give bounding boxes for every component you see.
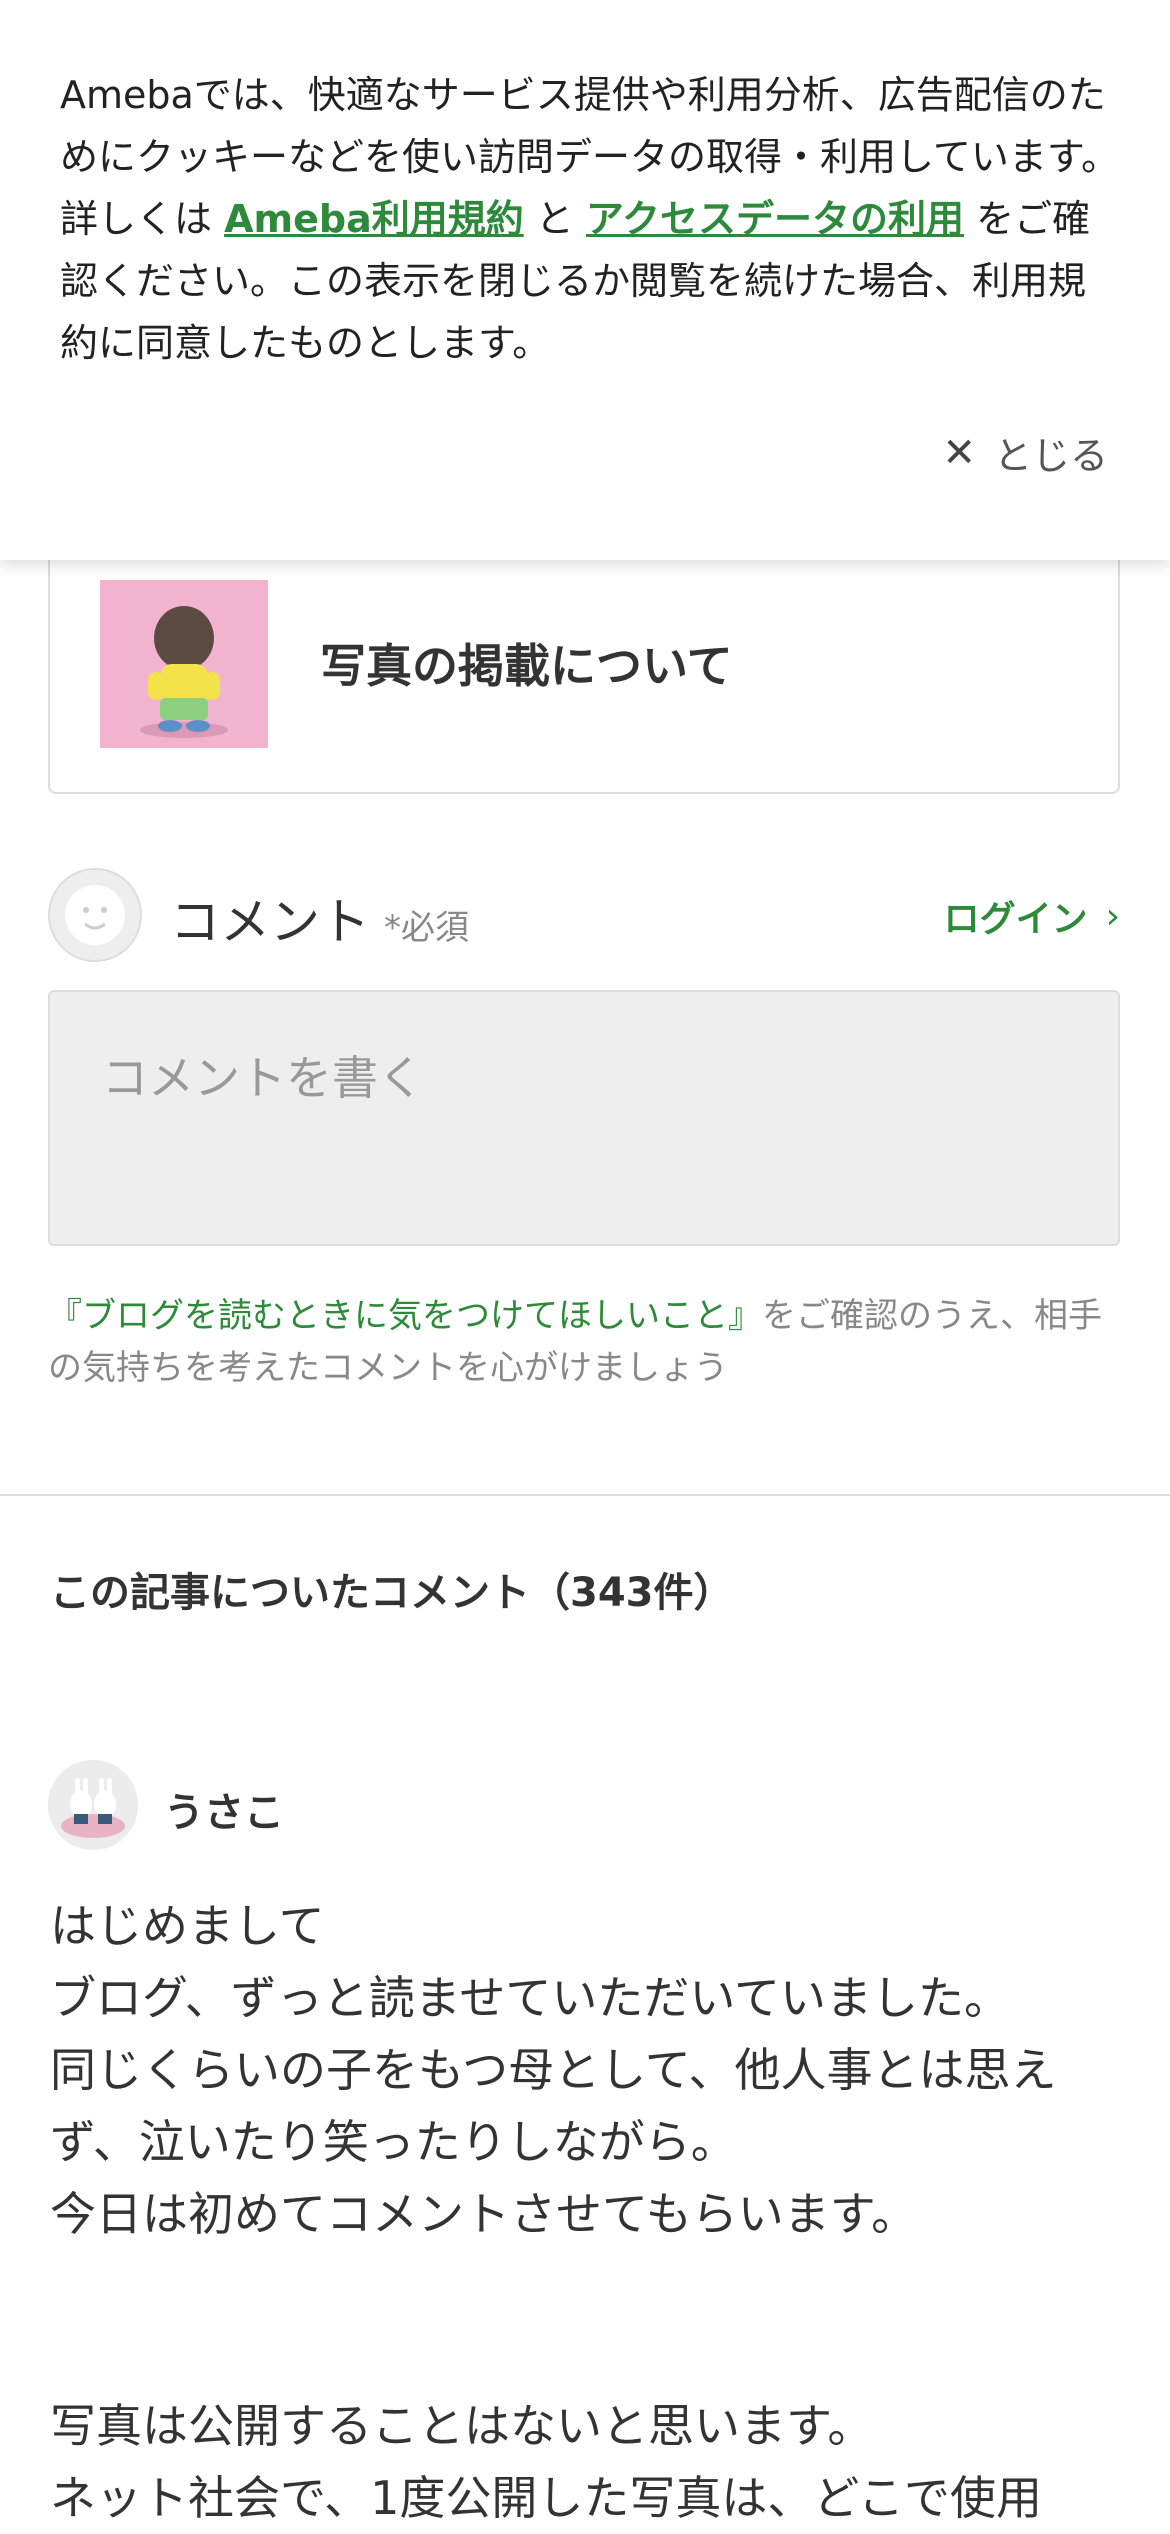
close-icon: ✕: [942, 429, 976, 476]
commenter-name[interactable]: うさこ: [164, 1780, 284, 1838]
commenter-avatar[interactable]: [48, 1760, 138, 1850]
comment-body: はじめまして ブログ、ずっと読ませていただいていました。 同じくらいの子をもつ母…: [50, 1890, 1130, 2534]
comment-notice: 『ブログを読むときに気をつけてほしいこと』をご確認のうえ、相手の気持ちを考えたコ…: [48, 1290, 1128, 1394]
cookie-banner: Amebaでは、快適なサービス提供や利用分析、広告配信のためにクッキーなどを使い…: [0, 0, 1170, 560]
comments-count-title: この記事についたコメント（343件）: [50, 1570, 734, 1616]
comment-line: 写真は公開することはないと思います。: [50, 2399, 874, 2453]
comment-line: 同じくらいの子をもつ母として、他人事とは思えず、泣いたり笑ったりしながら。: [50, 2043, 1057, 2169]
cookie-message: Amebaでは、快適なサービス提供や利用分析、広告配信のためにクッキーなどを使い…: [60, 64, 1120, 374]
cookie-close-button[interactable]: ✕ とじる: [942, 425, 1108, 480]
card-title: 写真の掲載について: [320, 639, 733, 693]
comment-line: ネット社会で、1度公開した写真は、どこで使用: [50, 2471, 1043, 2525]
cookie-text-mid: と: [523, 197, 586, 241]
comment-label: コメント: [170, 893, 370, 951]
chevron-right-icon: ›: [1105, 895, 1120, 937]
login-link[interactable]: ログイン ›: [944, 890, 1120, 942]
guidelines-link[interactable]: 『ブログを読むときに気をつけてほしいこと』: [48, 1296, 762, 1336]
child-illustration: [100, 580, 268, 748]
access-data-link[interactable]: アクセスデータの利用: [586, 197, 964, 241]
comment-form-header: コメント *必須 ログイン ›: [48, 868, 1120, 968]
user-avatar-icon: [48, 868, 142, 962]
comment-line: 今日は初めてコメントさせてもらいます。: [50, 2187, 918, 2241]
comment-line: ブログ、ずっと読ませていただいていました。: [50, 1971, 1011, 2025]
login-label: ログイン: [943, 899, 1088, 940]
comment-placeholder: コメントを書く: [102, 1051, 424, 1105]
close-label: とじる: [993, 434, 1108, 478]
comment-line: はじめまして: [50, 1899, 325, 1953]
section-divider: [0, 1494, 1170, 1496]
terms-link[interactable]: Ameba利用規約: [224, 197, 524, 241]
comment-textarea[interactable]: コメントを書く: [48, 990, 1120, 1246]
required-label: *必須: [384, 908, 469, 948]
card-thumbnail: [100, 580, 268, 748]
